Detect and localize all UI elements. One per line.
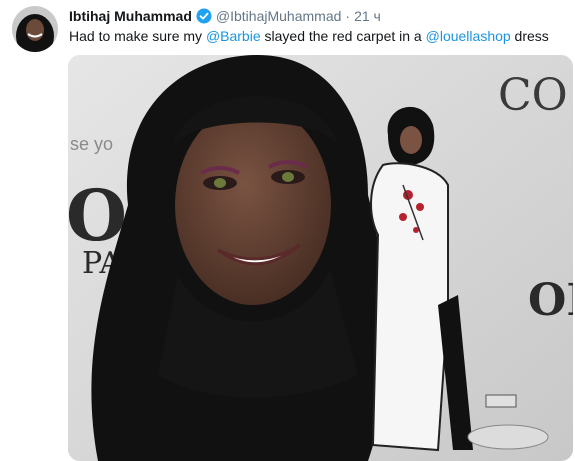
timestamp[interactable]: 21 ч [354,7,381,25]
author-handle[interactable]: @IbtihajMuhammad [216,7,342,25]
author-name[interactable]: Ibtihaj Muhammad [69,7,192,25]
backdrop-text-or: OR [528,275,573,326]
tweet-photo[interactable]: CO ORE PA se yo OR [68,55,573,461]
tweet-text-part3: dress [510,28,549,44]
avatar[interactable] [12,6,58,52]
separator-dot: · [345,8,351,24]
tweet-header: Ibtihaj Muhammad @IbtihajMuhammad · 21 ч [69,7,381,25]
mention-barbie-link[interactable]: @Barbie [206,28,261,44]
tweet-text-part1: Had to make sure my [69,28,206,44]
tweet-text: Had to make sure my @Barbie slayed the r… [69,27,549,45]
person-face [175,105,331,305]
verified-badge-icon [196,8,212,24]
tweet-text-part2: slayed the red carpet in a [260,28,426,44]
mention-louellashop-link[interactable]: @louellashop [426,28,511,44]
backdrop-text-co: CO [498,70,568,121]
tweet[interactable]: Ibtihaj Muhammad @IbtihajMuhammad · 21 ч… [0,0,575,461]
backdrop-text-se-yo: se yo [70,134,113,154]
